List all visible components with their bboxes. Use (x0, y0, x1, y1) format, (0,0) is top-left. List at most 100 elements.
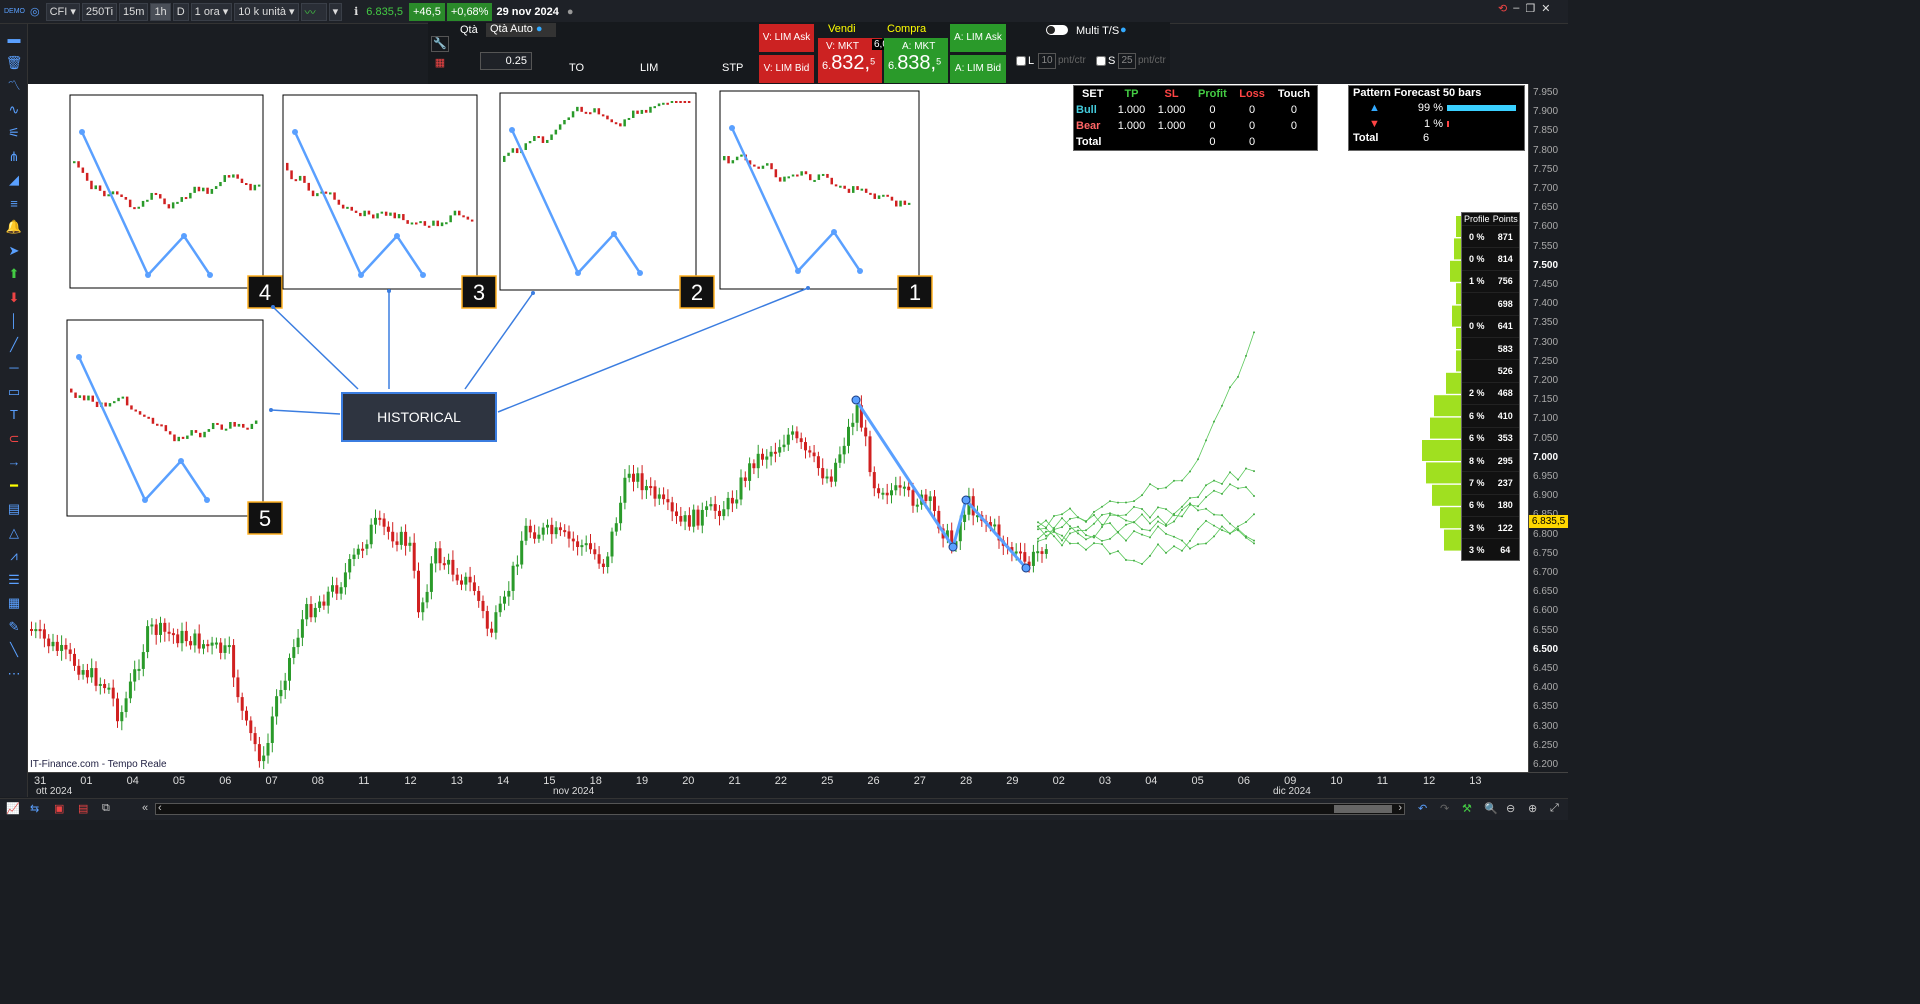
price-axis[interactable]: 7.950 7.900 7.850 7.800 7.750 7.700 7.650 7.600… (1528, 84, 1568, 772)
tf-15m-button[interactable]: 15m (119, 2, 149, 21)
candle (791, 431, 795, 435)
candle (537, 534, 541, 539)
ray-icon[interactable]: → (4, 453, 24, 471)
layout-icon[interactable]: ▣ (54, 802, 64, 815)
profile-points: 756 (1497, 276, 1513, 287)
main-toolbar: DEMO ◎ CFI ▾ 250Ti 15m 1h D 1 ora ▾ 10 k… (0, 0, 1568, 24)
minimize-icon[interactable]: – (1513, 2, 1519, 15)
time-tick: 01 (80, 775, 93, 787)
zoom-out-icon[interactable]: ⊖ (1506, 802, 1515, 815)
fib-icon[interactable]: ⚟ (4, 124, 24, 142)
info-icon[interactable]: ℹ (350, 3, 362, 21)
undo-icon[interactable]: ↶ (1418, 802, 1427, 815)
zoom-in-icon[interactable]: ⊕ (1528, 802, 1537, 815)
candle (705, 506, 709, 510)
zoom-fit-icon[interactable]: 🔍 (1484, 802, 1498, 815)
v-lim-bid-button[interactable]: V: LIM Bid (759, 55, 814, 83)
thumb-candle (156, 423, 159, 426)
qta-auto-button[interactable]: Qtà Auto ● (486, 23, 556, 37)
trendline-icon[interactable]: ╱ (4, 336, 24, 354)
multi-ts-toggle[interactable] (1046, 25, 1068, 35)
sell-arrow-icon[interactable]: ⬇ (4, 289, 24, 307)
candle (275, 696, 279, 717)
a-lim-ask-button[interactable]: A: LIM Ask (950, 24, 1006, 52)
share-icon[interactable]: ⇆ (30, 802, 39, 815)
hline-yellow-icon[interactable]: ━ (4, 477, 24, 495)
triangle-icon[interactable]: △ (4, 524, 24, 542)
gann-icon[interactable]: ◢ (4, 171, 24, 189)
set-cell: 0 (1209, 104, 1216, 116)
vline-icon[interactable]: │ (4, 312, 24, 330)
thumbnail-frame (719, 90, 920, 290)
candle (696, 509, 700, 526)
close-icon[interactable]: ✕ (1541, 2, 1550, 15)
line-chart-icon[interactable]: 〽 (4, 77, 24, 95)
horizontal-scrollbar[interactable]: ‹ › (155, 802, 1405, 815)
chart-type-icon[interactable]: 〰 (300, 2, 327, 21)
time-axis[interactable]: 31 01 04 05 06 07 08 11 12 13 14 15 18 19 20 21 22 25 26 27… (28, 772, 1568, 798)
rect-icon[interactable]: ▭ (4, 383, 24, 401)
thumb-candle (873, 193, 876, 199)
hline-icon[interactable]: ─ (4, 359, 24, 377)
forecast-title: Pattern Forecast 50 bars (1353, 87, 1482, 99)
tf-1h-button[interactable]: 1h (150, 2, 171, 21)
levels-icon[interactable]: ☰ (4, 571, 24, 589)
candle (128, 681, 132, 699)
tick-button[interactable]: 250Ti (81, 2, 118, 21)
trash-icon[interactable]: 🗑 (4, 54, 24, 72)
s-checkbox[interactable] (1096, 56, 1106, 66)
thumb-candle (670, 101, 674, 103)
s-input[interactable]: 25 (1118, 53, 1136, 69)
alert-icon[interactable]: 🔔 (4, 218, 24, 236)
buy-arrow-icon[interactable]: ⬆ (4, 265, 24, 283)
l-input[interactable]: 10 (1038, 53, 1056, 69)
wave-icon[interactable]: ∿ (4, 101, 24, 119)
tools-icon[interactable]: ⚒ (1462, 802, 1472, 815)
keyboard-icon[interactable]: ▦ (431, 56, 449, 70)
settings-icon[interactable]: 🔧 (431, 36, 449, 52)
pattern-icon[interactable]: ⩘ (4, 547, 24, 565)
profile-pct: 6 % (1468, 433, 1485, 444)
period-select[interactable]: 1 ora ▾ (190, 2, 233, 21)
chart-area[interactable]: 4 3 2 1 5 HISTORICAL IT-Finance.com - Tempo … (28, 84, 1528, 772)
qta-input[interactable] (480, 52, 532, 70)
symbol-selector[interactable]: CFI ▾ (45, 2, 80, 21)
chart-type-dropdown[interactable]: ▾ (328, 2, 343, 21)
fullscreen-icon[interactable]: ⤢ (1550, 802, 1559, 815)
channel-icon[interactable]: ≡ (4, 195, 24, 213)
restore-icon[interactable]: ❐ (1525, 2, 1535, 15)
more-icon[interactable]: ⋯ (4, 665, 24, 683)
scroll-right-icon[interactable]: › (1398, 802, 1402, 814)
window-icon[interactable]: ⧉ (102, 802, 110, 815)
measure-icon[interactable]: ▤ (4, 500, 24, 518)
a-lim-bid-button[interactable]: A: LIM Bid (950, 55, 1006, 83)
v-lim-ask-button[interactable]: V: LIM Ask (759, 24, 814, 52)
segment-icon[interactable]: ╲ (4, 641, 24, 659)
calendar-icon[interactable]: ▤ (78, 802, 88, 815)
pitchfork-icon[interactable]: ⋔ (4, 148, 24, 166)
candle (68, 649, 72, 654)
scroll-left-fast-icon[interactable]: « (142, 802, 148, 814)
buy-mkt-button[interactable]: A: MKT 6.838,5 (884, 38, 948, 83)
forecast-dot (1181, 549, 1183, 552)
ruler-icon[interactable]: ▬ (4, 30, 24, 48)
text-icon[interactable]: T (4, 406, 24, 424)
scroll-left-icon[interactable]: ‹ (158, 802, 162, 814)
pen-icon[interactable]: ✎ (4, 618, 24, 636)
cursor-icon[interactable]: ➤ (4, 242, 24, 260)
forecast-dot (1133, 530, 1135, 533)
units-select[interactable]: 10 k unità ▾ (234, 2, 299, 21)
sync-icon[interactable]: ⟲ (1498, 2, 1507, 15)
symbol-icon[interactable]: ◎ (26, 3, 44, 21)
redo-icon[interactable]: ↷ (1440, 802, 1449, 815)
scroll-thumb[interactable] (1334, 805, 1392, 813)
magnet-icon[interactable]: ⊂ (4, 430, 24, 448)
tf-d-button[interactable]: D (172, 2, 189, 21)
candle (146, 626, 150, 653)
l-checkbox[interactable] (1016, 56, 1026, 66)
price-tick: 6.600 (1533, 605, 1559, 617)
candle (481, 600, 485, 612)
chart-icon[interactable]: 📈 (6, 802, 20, 815)
candle (847, 426, 850, 446)
scale-icon[interactable]: ▦ (4, 594, 24, 612)
